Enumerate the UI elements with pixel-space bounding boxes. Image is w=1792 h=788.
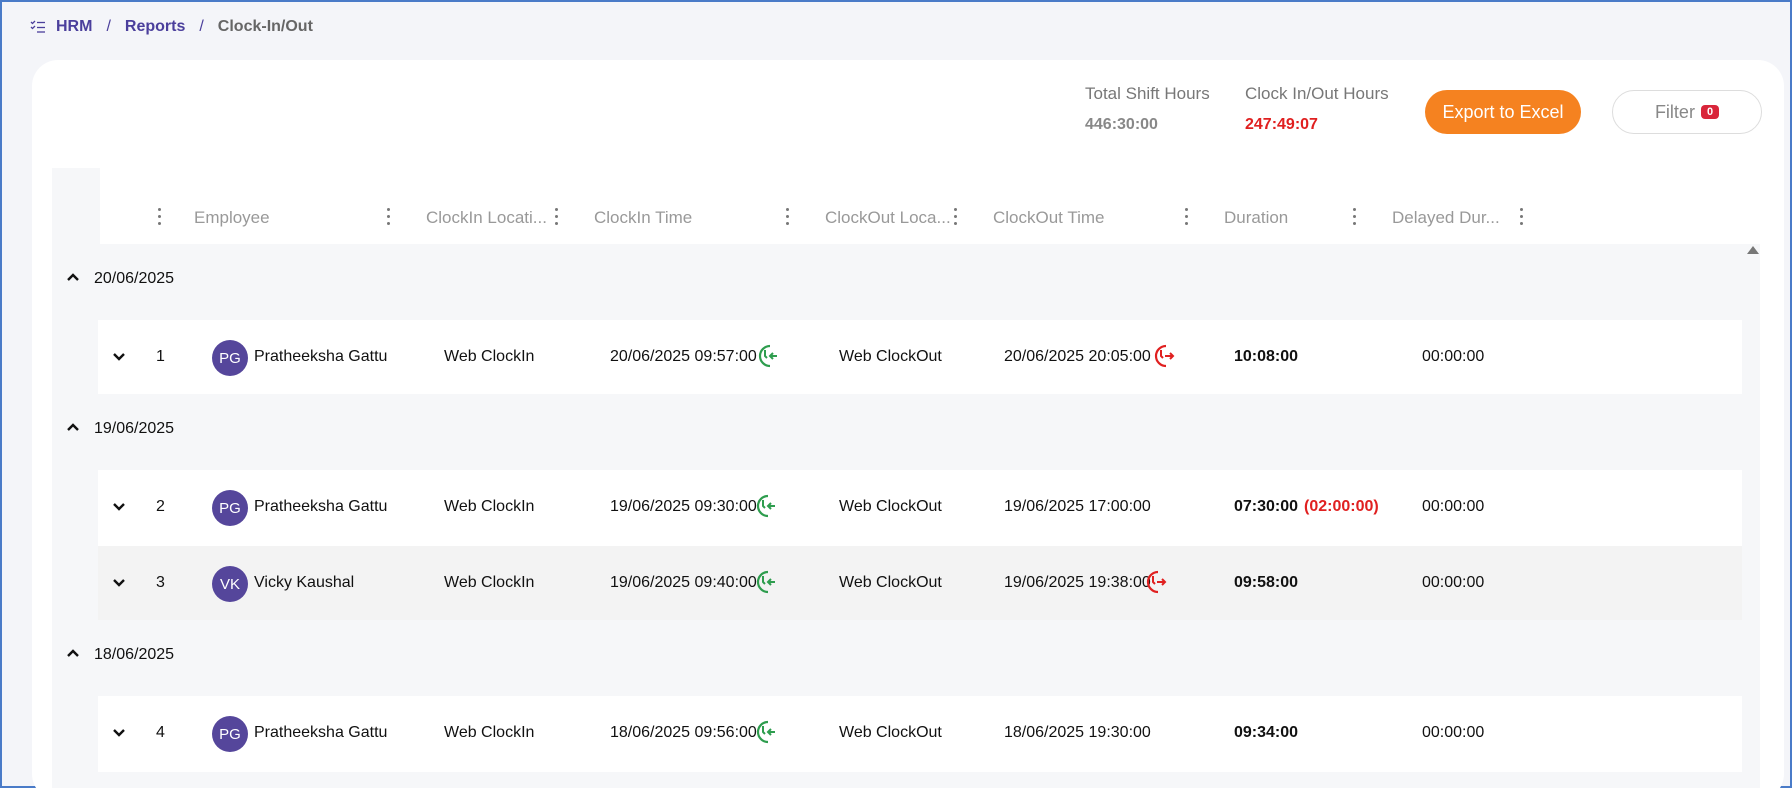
clock-grid: Employee ClockIn Locati... ClockIn Time … bbox=[52, 168, 1760, 788]
breadcrumb-current: Clock-In/Out bbox=[217, 18, 313, 35]
clock-out-icon bbox=[1154, 344, 1175, 368]
column-delayed-duration[interactable]: Delayed Dur... bbox=[1392, 208, 1500, 228]
avatar: PG bbox=[212, 340, 248, 376]
column-duration[interactable]: Duration bbox=[1224, 208, 1288, 228]
employee-name: Vicky Kaushal bbox=[254, 574, 355, 591]
delayed-duration: 00:00:00 bbox=[1422, 724, 1485, 741]
breadcrumb-separator: / bbox=[106, 18, 111, 35]
duration-cell: 07:30:00 (02:00:00) bbox=[1234, 498, 1379, 516]
group-row[interactable]: 20/06/2025 bbox=[52, 244, 1742, 320]
clockout-location: Web ClockOut bbox=[839, 498, 942, 515]
clock-in-out-hours: Clock In/Out Hours 247:49:07 bbox=[1245, 84, 1389, 134]
chevron-down-icon[interactable] bbox=[112, 578, 126, 588]
employee-name: Pratheeksha Gattu bbox=[254, 348, 388, 365]
breadcrumb-reports[interactable]: Reports bbox=[125, 18, 185, 36]
clock-in-icon bbox=[758, 344, 777, 368]
list-check-icon bbox=[30, 20, 45, 33]
clockout-time: 18/06/2025 19:30:00 bbox=[1004, 724, 1151, 741]
chevron-up-icon[interactable] bbox=[66, 648, 80, 658]
clock-in-icon bbox=[756, 494, 775, 518]
column-menu-icon[interactable] bbox=[555, 208, 559, 226]
clockin-location: Web ClockIn bbox=[444, 574, 535, 591]
avatar: VK bbox=[212, 566, 248, 602]
chevron-down-icon[interactable] bbox=[112, 728, 126, 738]
total-shift-hours-value: 446:30:00 bbox=[1085, 116, 1158, 133]
total-shift-hours: Total Shift Hours 446:30:00 bbox=[1085, 84, 1210, 134]
clock-out-icon bbox=[1146, 570, 1167, 594]
breadcrumb: HRM / Reports / Clock-In/Out bbox=[30, 18, 313, 36]
column-menu-icon[interactable] bbox=[158, 208, 162, 226]
avatar: PG bbox=[212, 490, 248, 526]
clockin-time: 18/06/2025 09:56:00 bbox=[610, 724, 757, 741]
column-menu-icon[interactable] bbox=[954, 208, 958, 226]
column-clockin-location[interactable]: ClockIn Locati... bbox=[426, 208, 547, 228]
delayed-duration: 00:00:00 bbox=[1422, 574, 1485, 591]
clockin-location: Web ClockIn bbox=[444, 348, 535, 365]
clockout-location: Web ClockOut bbox=[839, 348, 942, 365]
report-card: Total Shift Hours 446:30:00 Clock In/Out… bbox=[32, 60, 1784, 788]
export-to-excel-button[interactable]: Export to Excel bbox=[1425, 90, 1581, 134]
column-menu-icon[interactable] bbox=[1185, 208, 1189, 226]
delayed-duration: 00:00:00 bbox=[1422, 348, 1485, 365]
column-menu-icon[interactable] bbox=[786, 208, 790, 226]
duration: 09:58:00 bbox=[1234, 574, 1299, 591]
row-number: 1 bbox=[156, 348, 165, 365]
table-row[interactable]: 3 VK Vicky Kaushal Web ClockIn 19/06/202… bbox=[98, 546, 1742, 622]
group-row[interactable]: 18/06/2025 bbox=[52, 620, 1742, 696]
duration: 10:08:00 bbox=[1234, 348, 1299, 365]
column-menu-icon[interactable] bbox=[1353, 208, 1357, 226]
clockout-location: Web ClockOut bbox=[839, 724, 942, 741]
grid-header: Employee ClockIn Locati... ClockIn Time … bbox=[100, 168, 1760, 244]
group-row[interactable]: 19/06/2025 bbox=[52, 394, 1742, 470]
breadcrumb-hrm[interactable]: HRM bbox=[56, 18, 92, 36]
row-number: 4 bbox=[156, 724, 165, 741]
column-menu-icon[interactable] bbox=[387, 208, 391, 226]
chevron-up-icon[interactable] bbox=[66, 422, 80, 432]
clockin-time: 19/06/2025 09:40:00 bbox=[610, 574, 757, 591]
employee-name: Pratheeksha Gattu bbox=[254, 724, 388, 741]
filter-button[interactable]: Filter 0 bbox=[1612, 90, 1762, 134]
duration: 07:30:00 bbox=[1234, 498, 1299, 515]
breadcrumb-separator: / bbox=[199, 18, 204, 35]
clockout-location: Web ClockOut bbox=[839, 574, 942, 591]
chevron-up-icon[interactable] bbox=[66, 272, 80, 282]
clockin-time: 19/06/2025 09:30:00 bbox=[610, 498, 757, 515]
employee-name: Pratheeksha Gattu bbox=[254, 498, 388, 515]
column-clockout-location[interactable]: ClockOut Loca... bbox=[825, 208, 951, 228]
column-employee[interactable]: Employee bbox=[194, 208, 270, 228]
group-date: 18/06/2025 bbox=[94, 646, 175, 663]
clock-in-icon bbox=[756, 720, 775, 744]
column-clockout-time[interactable]: ClockOut Time bbox=[993, 208, 1104, 228]
row-number: 2 bbox=[156, 498, 165, 515]
clockin-location: Web ClockIn bbox=[444, 724, 535, 741]
chevron-down-icon[interactable] bbox=[112, 502, 126, 512]
group-date: 20/06/2025 bbox=[94, 270, 175, 287]
duration-shortfall: (02:00:00) bbox=[1304, 498, 1379, 515]
column-clockin-time[interactable]: ClockIn Time bbox=[594, 208, 692, 228]
group-date: 19/06/2025 bbox=[94, 420, 175, 437]
total-shift-hours-label: Total Shift Hours bbox=[1085, 84, 1210, 103]
filter-count-badge: 0 bbox=[1700, 105, 1720, 119]
clockin-location: Web ClockIn bbox=[444, 498, 535, 515]
clock-in-out-hours-value: 247:49:07 bbox=[1245, 116, 1318, 133]
filter-label: Filter bbox=[1654, 101, 1695, 122]
column-menu-icon[interactable] bbox=[1520, 208, 1524, 226]
clock-in-out-hours-label: Clock In/Out Hours bbox=[1245, 84, 1389, 103]
clockout-time: 19/06/2025 19:38:00 bbox=[1004, 574, 1151, 591]
chevron-down-icon[interactable] bbox=[112, 352, 126, 362]
delayed-duration: 00:00:00 bbox=[1422, 498, 1485, 515]
avatar: PG bbox=[212, 716, 248, 752]
duration: 09:34:00 bbox=[1234, 724, 1299, 741]
clockin-time: 20/06/2025 09:57:00 bbox=[610, 348, 757, 365]
table-row[interactable]: 1 PG Pratheeksha Gattu Web ClockIn 20/06… bbox=[98, 320, 1742, 396]
table-row[interactable]: 2 PG Pratheeksha Gattu Web ClockIn 19/06… bbox=[98, 470, 1742, 546]
clockout-time: 19/06/2025 17:00:00 bbox=[1004, 498, 1151, 515]
clock-in-icon bbox=[756, 570, 775, 594]
scroll-up-arrow[interactable] bbox=[1747, 246, 1759, 254]
row-number: 3 bbox=[156, 574, 165, 591]
clockout-time: 20/06/2025 20:05:00 bbox=[1004, 348, 1151, 365]
table-row[interactable]: 4 PG Pratheeksha Gattu Web ClockIn 18/06… bbox=[98, 696, 1742, 772]
